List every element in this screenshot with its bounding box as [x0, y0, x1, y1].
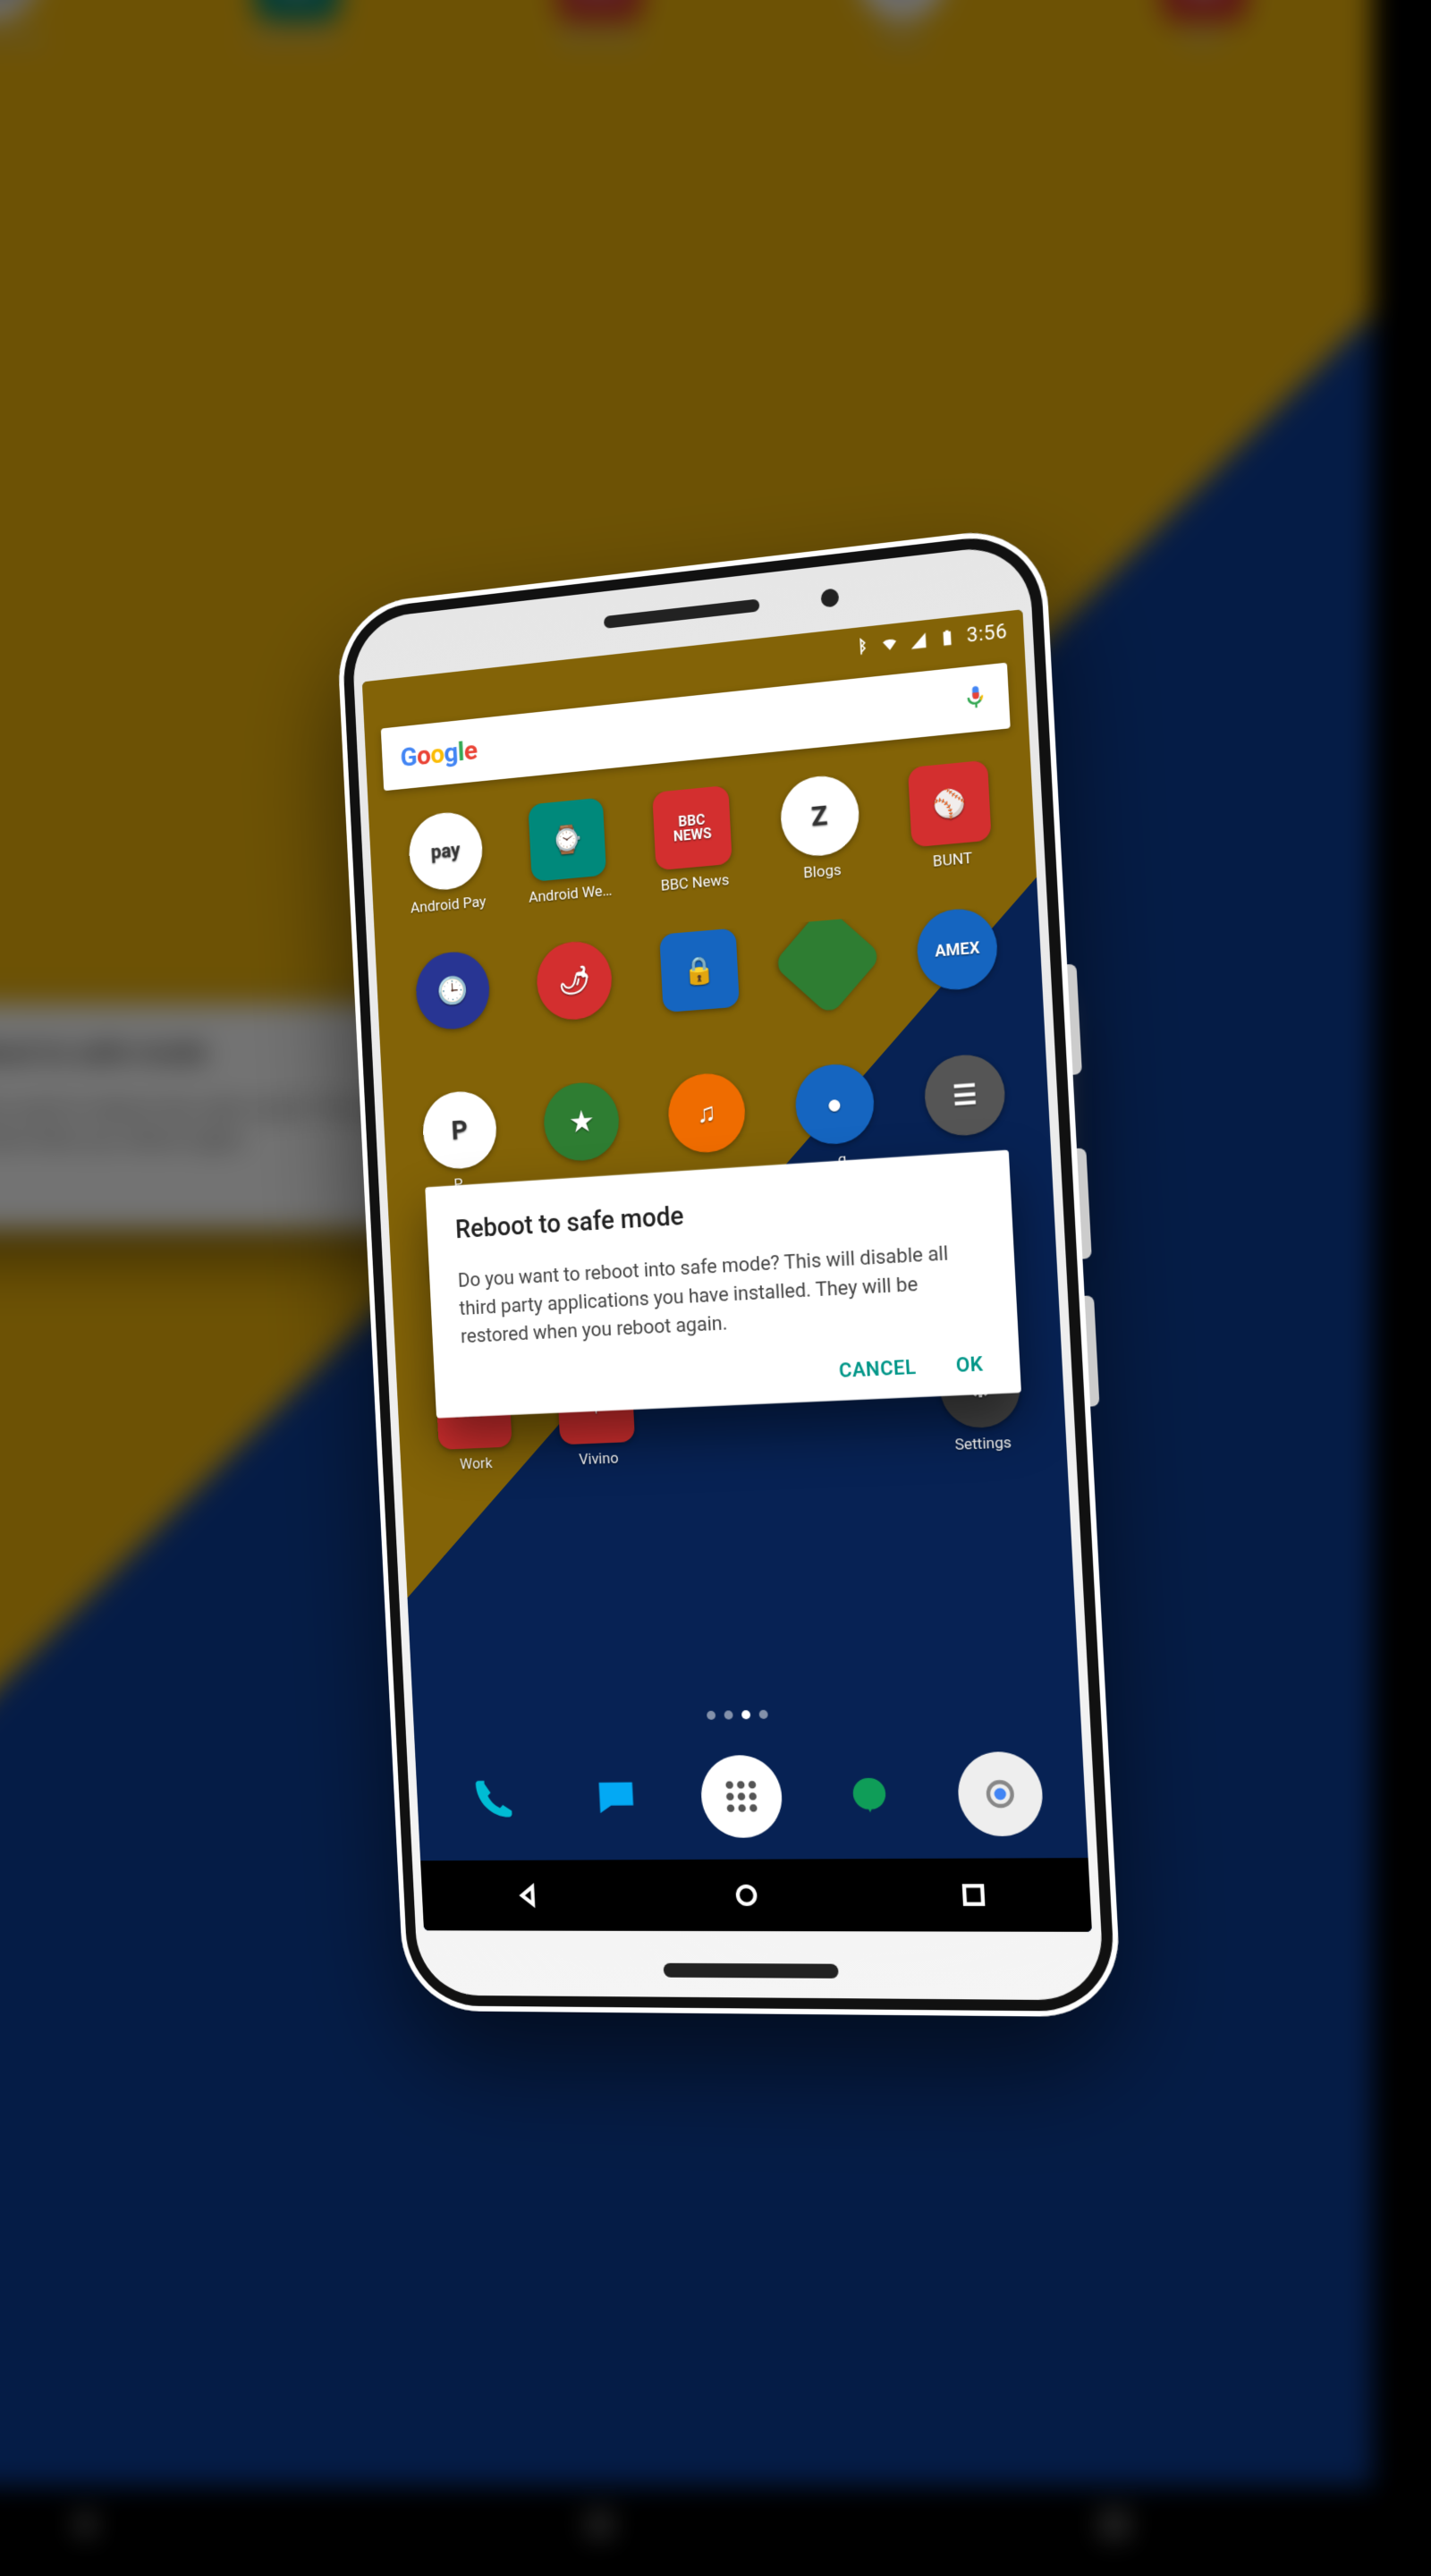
battery-icon	[937, 628, 956, 648]
android-pay-icon: pay	[407, 809, 484, 893]
mic-icon[interactable]	[962, 682, 989, 715]
app-label: Android Pay	[411, 893, 487, 917]
app-label: Vivino	[579, 1450, 619, 1470]
generic-icon: ♫	[666, 1071, 747, 1155]
app-bbc-news[interactable]: BBCNEWSBBC News	[629, 783, 758, 931]
nav-recents-icon[interactable]	[957, 1879, 989, 1911]
app-label: Blogs	[803, 861, 842, 883]
app-chilis[interactable]: 🌶	[512, 936, 639, 1081]
app-android-pay[interactable]: payAndroid Pay	[385, 807, 510, 952]
dialog-title: Reboot to safe mode	[454, 1182, 980, 1244]
blogs-icon: Z	[779, 773, 861, 860]
cancel-button[interactable]: CANCEL	[839, 1356, 918, 1382]
dock	[431, 1738, 1069, 1852]
ok-button[interactable]: OK	[955, 1352, 984, 1377]
app-lock[interactable]: 🔒	[636, 926, 766, 1072]
app-label: BUNT	[933, 850, 973, 871]
app-bunt[interactable]: ⚾BUNT	[884, 758, 1019, 910]
screen: 3:56 Google payAndroid Pay ⌚Android We…	[362, 609, 1092, 1932]
app-android-wear[interactable]: ⌚Android We…	[506, 795, 633, 942]
dock-apps[interactable]	[699, 1755, 783, 1838]
app-label: Work	[460, 1454, 493, 1473]
dialog-body: Do you want to reboot into safe mode? Th…	[457, 1238, 986, 1352]
app-blogs[interactable]: ZBlogs	[755, 770, 887, 920]
nav-back-icon[interactable]	[513, 1880, 544, 1911]
dock-messages[interactable]	[575, 1757, 657, 1839]
bunt-icon: ⚾	[908, 760, 992, 848]
dock-camera[interactable]	[956, 1751, 1045, 1836]
safe-mode-dialog: Reboot to safe mode Do you want to reboo…	[425, 1149, 1021, 1418]
bbc-icon: BBCNEWS	[652, 785, 732, 871]
generic-icon: P	[421, 1089, 498, 1172]
google-logo: Google	[400, 734, 478, 773]
chili-icon: 🌶	[536, 938, 614, 1021]
app-label: Android We…	[529, 882, 613, 907]
front-camera	[820, 588, 839, 607]
app-label: Settings	[954, 1434, 1012, 1454]
dialog-actions: CANCEL OK	[462, 1352, 989, 1399]
wear-icon: ⌚	[529, 798, 607, 882]
apps-drawer-icon	[717, 1773, 765, 1820]
generic-icon: ☰	[923, 1052, 1007, 1138]
bluetooth-icon	[851, 637, 870, 657]
message-icon	[593, 1775, 639, 1821]
app-label: BBC News	[660, 871, 730, 895]
dock-hangouts[interactable]	[826, 1753, 913, 1837]
nav-bar	[420, 1858, 1092, 1932]
app-clock[interactable]: 🕒	[392, 947, 516, 1090]
amex-icon: AMEX	[916, 906, 1000, 993]
phone-frame: 3:56 Google payAndroid Pay ⌚Android We…	[335, 524, 1122, 2017]
camera-icon	[975, 1770, 1025, 1818]
earpiece	[604, 598, 760, 629]
wifi-icon	[880, 634, 899, 654]
generic-icon: ●	[793, 1062, 876, 1147]
nav-home-icon[interactable]	[731, 1880, 762, 1911]
feedly-icon	[772, 915, 882, 1016]
clock-icon: 🕒	[414, 949, 491, 1031]
app-feedly[interactable]	[763, 915, 895, 1063]
phone-icon	[471, 1775, 517, 1822]
lock-icon: 🔒	[659, 928, 740, 1013]
speaker-bottom	[664, 1963, 839, 1979]
dock-phone[interactable]	[453, 1758, 534, 1839]
generic-icon: ★	[543, 1080, 622, 1164]
cell-icon	[909, 631, 927, 650]
app-amex[interactable]: AMEX	[892, 904, 1028, 1055]
hangouts-icon	[845, 1771, 894, 1818]
statusbar-clock: 3:56	[966, 620, 1008, 647]
